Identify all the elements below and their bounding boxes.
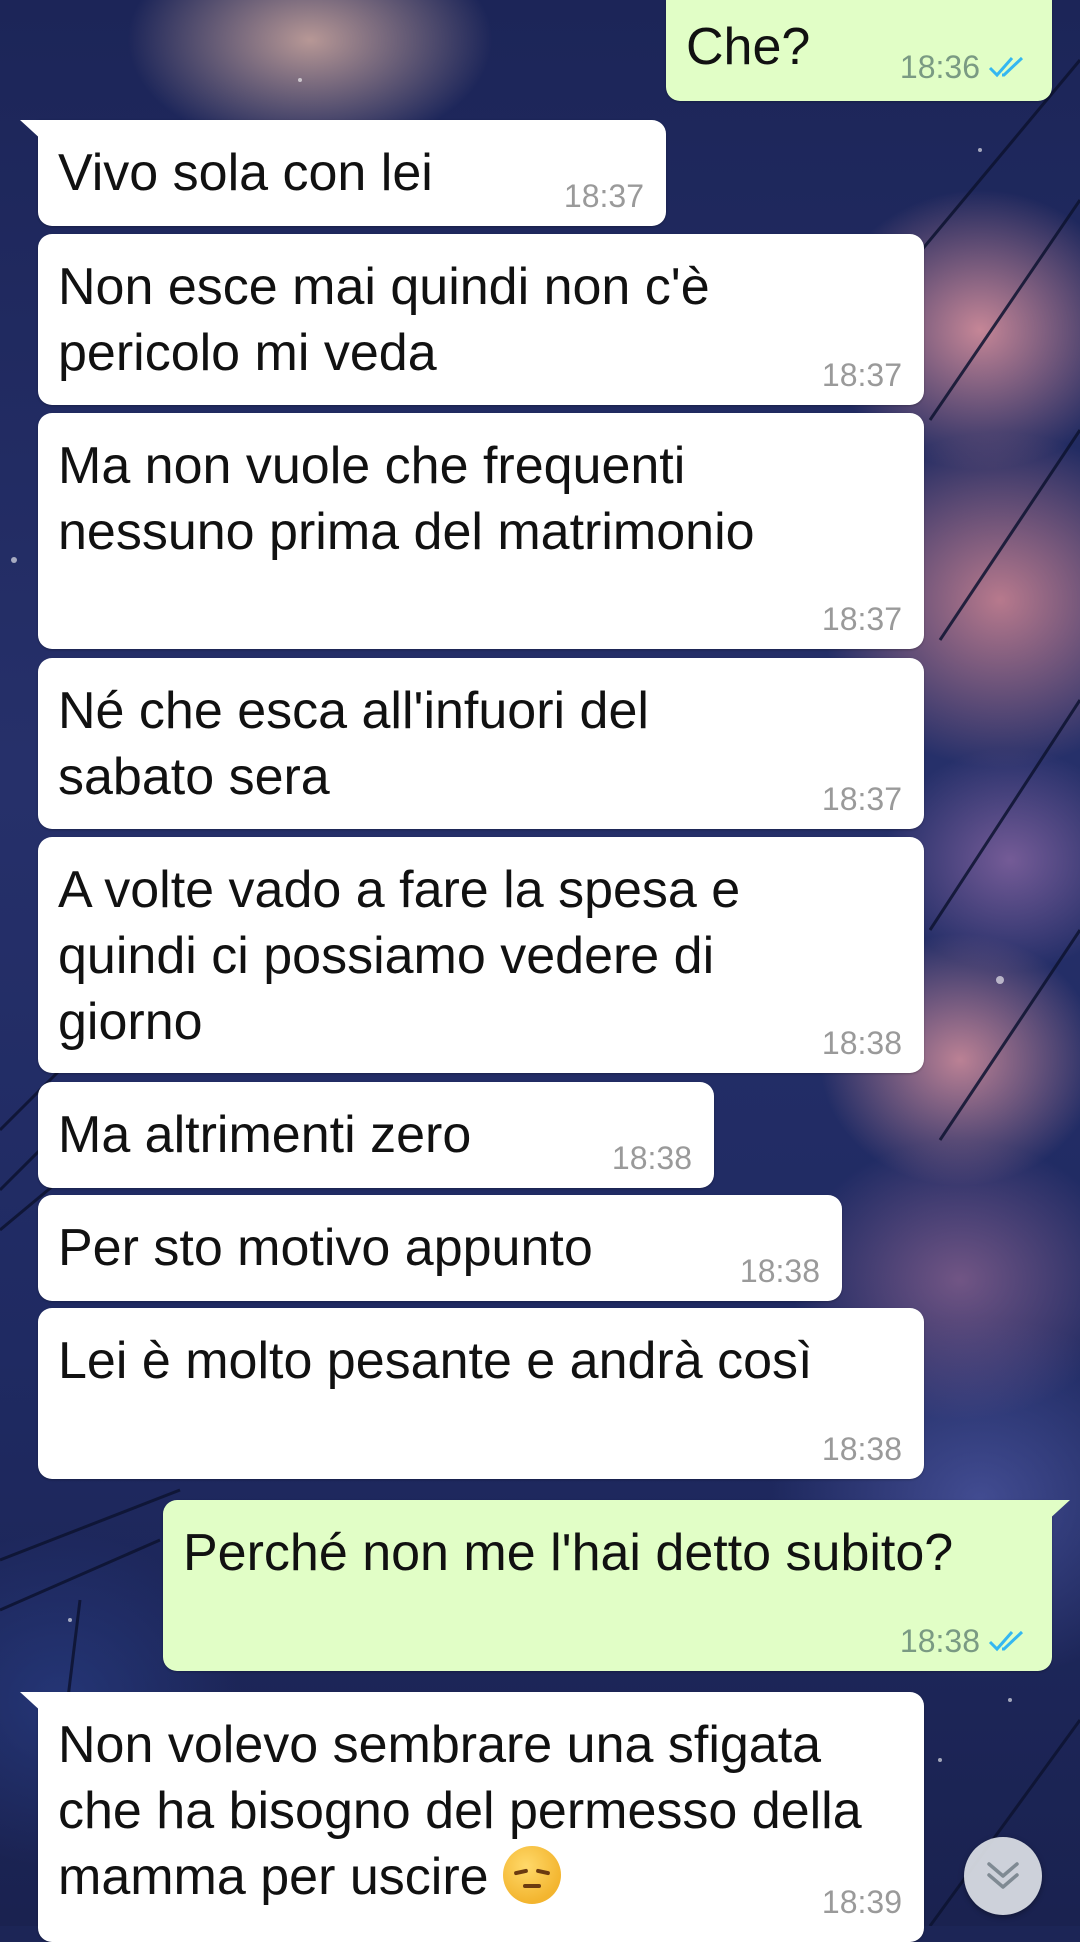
bubble-tail <box>20 120 44 142</box>
message-time: 18:37 <box>821 781 902 817</box>
incoming-message[interactable]: Ma altrimenti zero 18:38 <box>38 1082 714 1188</box>
incoming-message[interactable]: Ma non vuole che frequenti nessuno prima… <box>38 413 924 649</box>
incoming-message[interactable]: A volte vado a fare la spesa e quindi ci… <box>38 837 924 1073</box>
incoming-message[interactable]: Non volevo sembrare una sfigata che ha b… <box>20 1692 924 1942</box>
message-text: Ma altrimenti zero <box>58 1106 472 1164</box>
bubble-tail <box>20 1692 44 1714</box>
incoming-message[interactable]: Lei è molto pesante e andrà così 18:38 <box>38 1308 924 1479</box>
message-text: Ma non vuole che frequenti nessuno prima… <box>58 437 755 561</box>
message-time: 18:38 <box>739 1253 820 1289</box>
incoming-message[interactable]: Per sto motivo appunto 18:38 <box>38 1195 842 1301</box>
message-text: Perché non me l'hai detto subito? <box>183 1524 954 1582</box>
message-text: Non volevo sembrare una sfigata che ha b… <box>58 1716 877 1906</box>
message-time: 18:38 <box>821 1025 902 1061</box>
bubble-tail <box>1046 1500 1070 1522</box>
message-text: Lei è molto pesante e andrà così <box>58 1332 813 1390</box>
message-text: Non esce mai quindi non c'è pericolo mi … <box>58 258 725 382</box>
message-time: 18:38 <box>899 1623 980 1659</box>
message-time: 18:38 <box>611 1140 692 1176</box>
message-time: 18:37 <box>821 357 902 393</box>
incoming-message[interactable]: Né che esca all'infuori del sabato sera … <box>38 658 924 829</box>
message-text: Né che esca all'infuori del sabato sera <box>58 682 664 806</box>
message-meta: 18:38 <box>900 1621 1028 1661</box>
message-text: A volte vado a fare la spesa e quindi ci… <box>58 861 755 1051</box>
chevron-double-down-icon <box>987 1862 1019 1889</box>
incoming-message[interactable]: Non esce mai quindi non c'è pericolo mi … <box>38 234 924 405</box>
incoming-message[interactable]: Vivo sola con lei 18:37 <box>20 120 666 226</box>
scroll-to-bottom-button[interactable] <box>964 1837 1042 1915</box>
message-time: 18:37 <box>563 178 644 214</box>
message-meta: 18:36 <box>900 47 1028 87</box>
pensive-face-emoji <box>503 1846 562 1904</box>
outgoing-message[interactable]: Che? 18:36 <box>666 0 1052 101</box>
outgoing-message[interactable]: Perché non me l'hai detto subito? 18:38 <box>163 1500 1070 1671</box>
message-time: 18:37 <box>821 601 902 637</box>
message-text: Vivo sola con lei <box>58 144 433 202</box>
read-double-tick-icon <box>988 1630 1024 1652</box>
message-time: 18:38 <box>821 1431 902 1467</box>
message-time: 18:39 <box>821 1884 902 1920</box>
message-time: 18:36 <box>899 49 980 85</box>
message-text: Per sto motivo appunto <box>58 1219 593 1277</box>
read-double-tick-icon <box>988 56 1024 78</box>
